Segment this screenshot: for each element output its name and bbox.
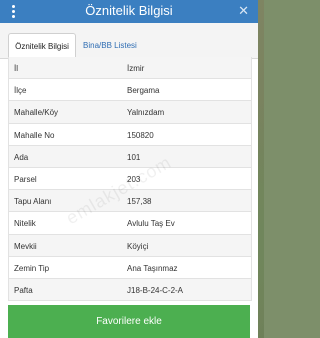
tab-building-list[interactable]: Bina/BB Listesi xyxy=(83,33,153,58)
attribute-key: Pafta xyxy=(14,285,33,295)
table-row: Mahalle/Köy Yalnızdam xyxy=(9,101,251,124)
attribute-key: Parsel xyxy=(14,174,37,184)
attribute-key: İlçe xyxy=(14,86,27,96)
attribute-key: Mevkii xyxy=(14,241,37,251)
table-row: Pafta J18-B-24-C-2-A xyxy=(9,278,251,302)
attribute-key: Mahalle/Köy xyxy=(14,108,59,118)
attribute-value: 101 xyxy=(127,152,141,162)
attribute-value: 203 xyxy=(127,174,141,184)
attribute-value: Ana Taşınmaz xyxy=(127,263,178,273)
table-row: İlçe Bergama xyxy=(9,79,251,102)
table-row: Parsel 203 xyxy=(9,167,251,191)
attribute-panel: Öznitelik Bilgisi ✕ Öznitelik Bilgisi Bi… xyxy=(0,0,258,338)
attribute-key: Nitelik xyxy=(14,219,36,229)
attribute-key: Tapu Alanı xyxy=(14,197,52,207)
tab-attributes[interactable]: Öznitelik Bilgisi xyxy=(8,33,76,58)
table-row: İl İzmir xyxy=(9,57,251,80)
attribute-value: J18-B-24-C-2-A xyxy=(127,285,184,295)
attribute-value: Bergama xyxy=(127,86,160,96)
attribute-value: Köyiçi xyxy=(127,241,149,251)
attribute-value: Avlulu Taş Ev xyxy=(127,219,175,229)
table-row: Mahalle No 150820 xyxy=(9,123,251,146)
attribute-key: Ada xyxy=(14,152,29,162)
tab-bar: Öznitelik Bilgisi Bina/BB Listesi xyxy=(0,23,258,59)
panel-header: Öznitelik Bilgisi ✕ xyxy=(0,0,258,23)
attribute-value: 150820 xyxy=(127,130,154,140)
table-row: Ada 101 xyxy=(9,145,251,168)
panel-title: Öznitelik Bilgisi xyxy=(85,3,173,18)
table-row: Zemin Tip Ana Taşınmaz xyxy=(9,256,251,279)
attribute-value: 157,38 xyxy=(127,197,152,207)
attribute-value: İzmir xyxy=(127,64,145,73)
attribute-value: Yalnızdam xyxy=(127,108,165,118)
table-row: Nitelik Avlulu Taş Ev xyxy=(9,212,251,235)
attribute-table: İl İzmir İlçe Bergama Mahalle/Köy Yalnızdam… xyxy=(8,57,252,302)
attribute-key: Zemin Tip xyxy=(14,263,50,273)
add-to-favorites-button[interactable]: Favorilere ekle xyxy=(8,305,250,338)
attribute-key: Mahalle No xyxy=(14,130,55,140)
attribute-key: İl xyxy=(14,64,18,73)
table-row: Mevkii Köyiçi xyxy=(9,234,251,257)
table-row: Tapu Alanı 157,38 xyxy=(9,190,251,213)
close-icon[interactable]: ✕ xyxy=(238,3,249,19)
